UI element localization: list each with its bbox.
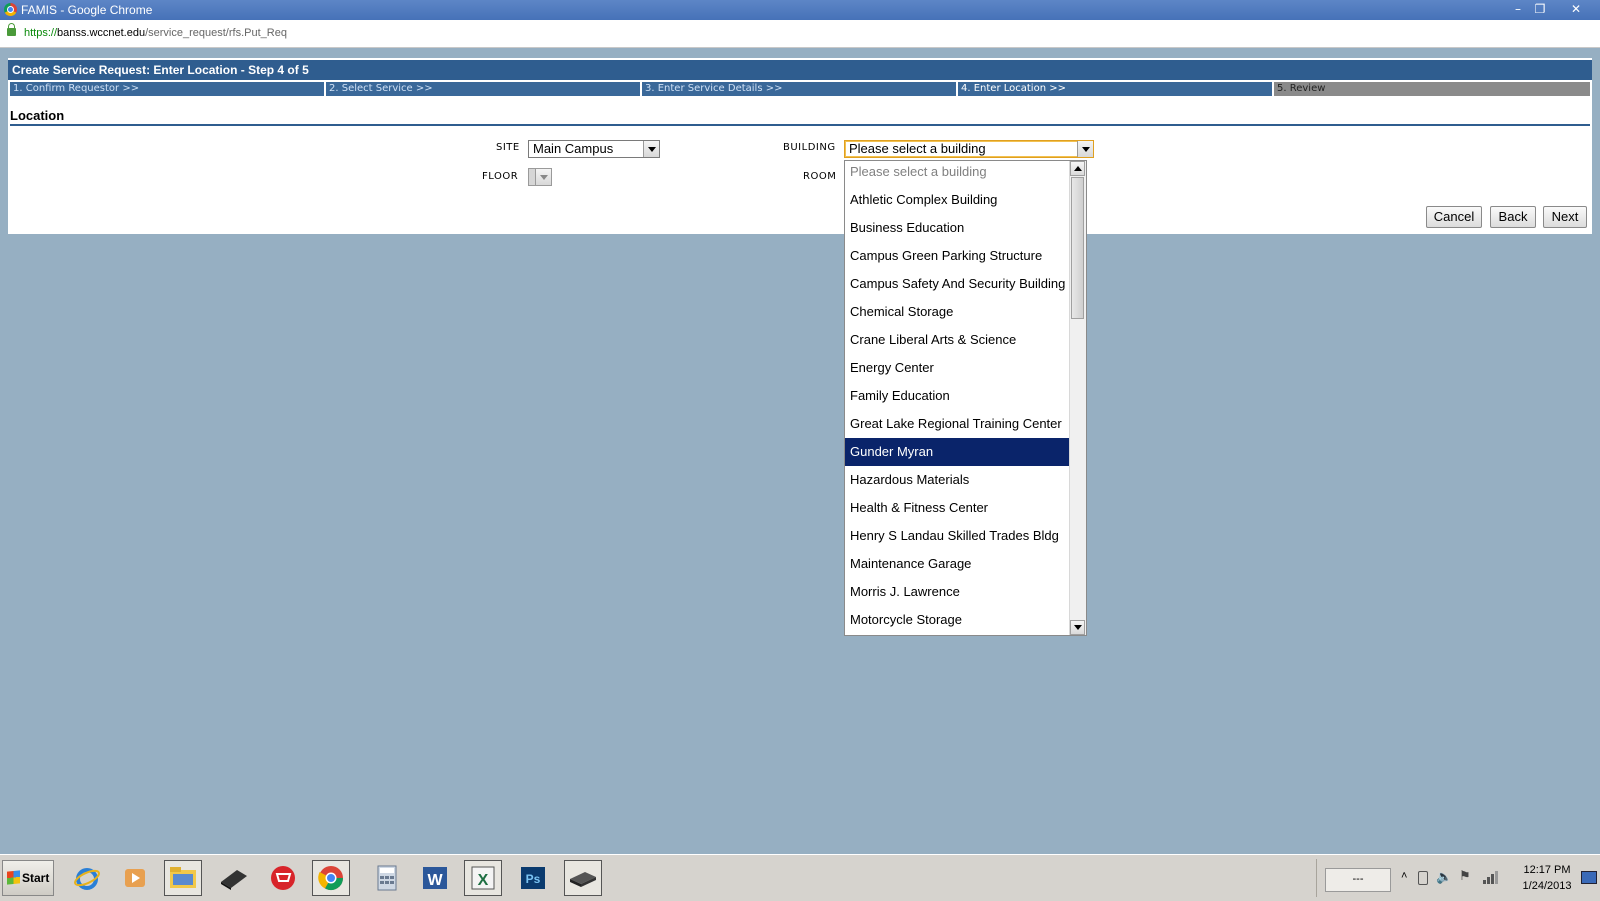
excel-icon[interactable]: X (464, 860, 502, 896)
building-option[interactable]: Henry S Landau Skilled Trades Bldg (845, 522, 1071, 550)
calculator-icon[interactable] (368, 860, 406, 896)
section-divider (10, 124, 1590, 126)
internet-explorer-icon[interactable] (68, 860, 106, 896)
site-select-value: Main Campus (533, 141, 614, 156)
usb-icon[interactable] (1418, 871, 1428, 885)
wizard-steps: 1. Confirm Requestor >> 2. Select Servic… (10, 82, 1592, 96)
address-bar[interactable]: https://banss.wccnet.edu/service_request… (0, 20, 1600, 48)
building-select-value: Please select a building (849, 141, 986, 156)
dropdown-scrollbar[interactable] (1069, 161, 1086, 635)
start-label: Start (22, 871, 50, 885)
building-option[interactable]: Morris J. Lawrence (845, 578, 1071, 606)
next-button[interactable]: Next (1543, 206, 1587, 228)
chrome-icon[interactable] (312, 860, 350, 896)
word-icon[interactable]: W (416, 860, 454, 896)
building-option[interactable]: Hazardous Materials (845, 466, 1071, 494)
page-panel: Create Service Request: Enter Location -… (8, 58, 1592, 234)
chevron-down-icon[interactable] (535, 169, 551, 185)
svg-text:X: X (478, 872, 489, 889)
room-label: ROOM (803, 171, 837, 182)
start-button[interactable]: Start (2, 860, 54, 896)
step-enter-service-details[interactable]: 3. Enter Service Details >> (642, 82, 956, 96)
building-option[interactable]: Athletic Complex Building (845, 186, 1071, 214)
speaker-icon[interactable]: 🔈 (1436, 869, 1452, 885)
clock-date: 1/24/2013 (1522, 880, 1572, 892)
building-option[interactable]: Maintenance Garage (845, 550, 1071, 578)
restore-button[interactable]: ❐ (1530, 1, 1550, 17)
show-desktop-icon[interactable] (1581, 871, 1597, 884)
url-text[interactable]: https://banss.wccnet.edu/service_request… (24, 20, 287, 47)
minimize-button[interactable]: – (1508, 1, 1528, 17)
clock-time: 12:17 PM (1523, 864, 1571, 876)
browser-title-bar: FAMIS - Google Chrome – ❐ ✕ (0, 0, 1600, 20)
floor-label: FLOOR (482, 171, 519, 182)
media-player-icon[interactable] (116, 860, 154, 896)
building-option[interactable]: Campus Green Parking Structure (845, 242, 1071, 270)
building-label: BUILDING (783, 142, 836, 153)
file-explorer-icon[interactable] (164, 860, 202, 896)
building-option[interactable]: Health & Fitness Center (845, 494, 1071, 522)
scrollbar-thumb[interactable] (1071, 177, 1084, 319)
building-option[interactable]: Chemical Storage (845, 298, 1071, 326)
building-dropdown-list[interactable]: Please select a building Athletic Complex… (844, 160, 1087, 636)
floor-select[interactable] (528, 168, 552, 186)
building-option[interactable]: Please select a building (845, 161, 1071, 186)
shopping-cart-icon[interactable] (264, 860, 302, 896)
step-review: 5. Review (1274, 82, 1590, 96)
windows-logo-icon (7, 870, 20, 885)
building-option[interactable]: Family Education (845, 382, 1071, 410)
back-button[interactable]: Back (1490, 206, 1536, 228)
building-option[interactable]: Crane Liberal Arts & Science (845, 326, 1071, 354)
section-title: Location (10, 108, 65, 123)
svg-text:W: W (427, 872, 443, 889)
svg-text:Ps: Ps (526, 872, 541, 886)
scroll-down-arrow-icon[interactable] (1070, 620, 1085, 635)
lock-icon (7, 23, 16, 36)
scroll-up-arrow-icon[interactable] (1070, 161, 1085, 176)
chrome-icon (4, 3, 17, 16)
step-enter-location[interactable]: 4. Enter Location >> (958, 82, 1272, 96)
system-tray: --- ˄ 🔈 ⚑ 12:17 PM 1/24/2013 (1316, 859, 1600, 897)
close-button[interactable]: ✕ (1566, 1, 1586, 17)
step-confirm-requestor[interactable]: 1. Confirm Requestor >> (10, 82, 324, 96)
building-option[interactable]: Business Education (845, 214, 1071, 242)
building-option[interactable]: Motorcycle Storage (845, 606, 1071, 634)
chevron-down-icon[interactable] (1077, 141, 1093, 157)
site-select[interactable]: Main Campus (528, 140, 660, 158)
scanner-icon[interactable] (214, 860, 252, 896)
building-option[interactable]: Campus Safety And Security Building (845, 270, 1071, 298)
tray-input-box[interactable]: --- (1325, 868, 1391, 892)
building-select[interactable]: Please select a building (844, 140, 1094, 158)
building-option[interactable]: Energy Center (845, 354, 1071, 382)
window-title: FAMIS - Google Chrome (21, 3, 153, 17)
system-clock[interactable]: 12:17 PM 1/24/2013 (1517, 862, 1577, 894)
cancel-button[interactable]: Cancel (1426, 206, 1482, 228)
page-title: Create Service Request: Enter Location -… (8, 60, 1592, 80)
drive-icon[interactable] (564, 860, 602, 896)
network-signal-icon[interactable] (1483, 870, 1499, 889)
photoshop-icon[interactable]: Ps (514, 860, 552, 896)
site-label: SITE (496, 142, 520, 153)
building-option[interactable]: Great Lake Regional Training Center (845, 410, 1071, 438)
building-option[interactable]: Gunder Myran (845, 438, 1071, 466)
step-select-service[interactable]: 2. Select Service >> (326, 82, 640, 96)
flag-icon[interactable]: ⚑ (1459, 868, 1471, 884)
taskbar: Start W X Ps --- ˄ 🔈 ⚑ 12:17 PM 1/24/201… (0, 854, 1600, 901)
chevron-down-icon[interactable] (643, 141, 659, 157)
chevron-up-icon[interactable]: ˄ (1401, 870, 1407, 882)
